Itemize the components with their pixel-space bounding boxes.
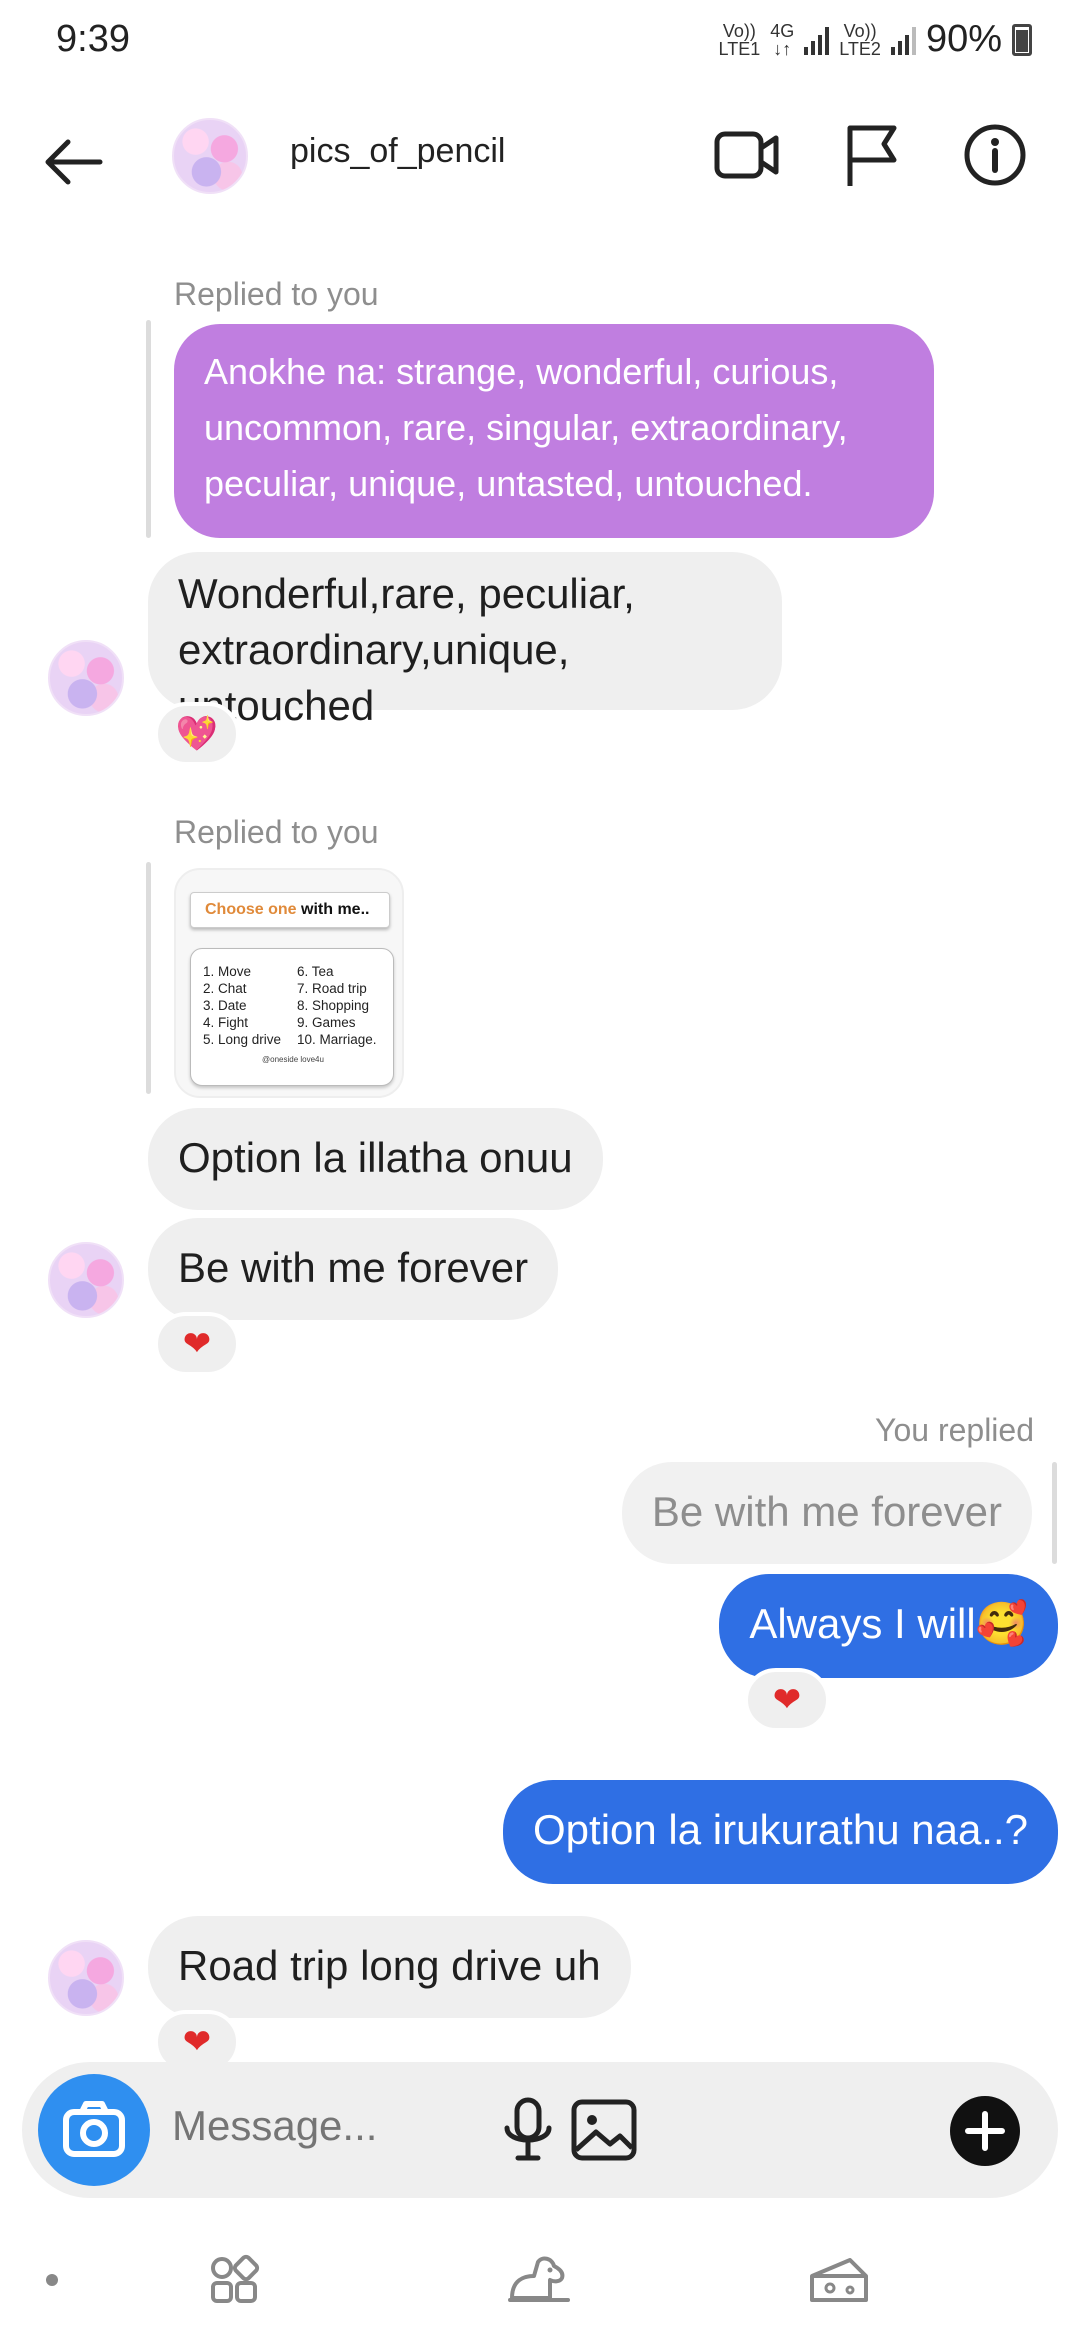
- gallery-icon[interactable]: [566, 2092, 642, 2168]
- story-col-2: 6. Tea 7. Road trip 8. Shopping 9. Games…: [297, 964, 377, 1047]
- message-bubble-wonderful[interactable]: Wonderful,rare, peculiar, extraordinary,…: [148, 552, 782, 729]
- message-input[interactable]: [172, 2102, 732, 2150]
- message-bubble-always[interactable]: Always I will🥰: [719, 1574, 1058, 1678]
- you-replied-label: You replied: [875, 1412, 1034, 1448]
- reaction-heart[interactable]: ❤: [154, 1312, 240, 1376]
- status-bar: 9:39 Vo)) LTE1 4G ↓↑ Vo)) LTE2 90%: [0, 0, 1080, 80]
- reply-indicator-line-2: [146, 862, 151, 1094]
- story-col-1: 1. Move 2. Chat 3. Date 4. Fight 5. Long…: [203, 964, 282, 1047]
- replied-to-you-label-2: Replied to you: [174, 814, 379, 850]
- message-bubble-option-irukurathu[interactable]: Option la irukurathu naa..?: [503, 1780, 1058, 1884]
- sender-avatar[interactable]: [48, 640, 124, 716]
- signal-2-icon: [890, 25, 916, 55]
- replied-to-you-label: Replied to you: [174, 276, 379, 312]
- nav-dot-icon[interactable]: [22, 2250, 82, 2310]
- sender-avatar-2[interactable]: [48, 1242, 124, 1318]
- network-type: 4G ↓↑: [770, 20, 795, 59]
- sender-avatar-3[interactable]: [48, 1940, 124, 2016]
- quoted-own-message[interactable]: Be with me forever: [621, 1462, 1032, 1564]
- reaction-heart-sparkle[interactable]: 💖: [154, 702, 240, 766]
- microphone-icon[interactable]: [490, 2092, 566, 2168]
- camera-button[interactable]: [38, 2074, 150, 2186]
- story-options-list: 1. Move 2. Chat 3. Date 4. Fight 5. Long…: [190, 948, 394, 1086]
- message-bubble-option-illatha[interactable]: Option la illatha onuu: [148, 1108, 603, 1210]
- video-call-icon[interactable]: [712, 120, 782, 190]
- status-time: 9:39: [56, 18, 130, 60]
- battery-icon: [1012, 23, 1032, 56]
- battery-percent: 90%: [925, 18, 1002, 60]
- message-composer: [22, 2062, 1058, 2198]
- story-reply-thumbnail[interactable]: Choose one with me.. 1. Move 2. Chat 3. …: [174, 868, 404, 1098]
- camera-icon: [63, 2101, 125, 2157]
- reaction-heart-2[interactable]: ❤: [744, 1668, 830, 1732]
- system-nav-bar: [0, 2220, 1080, 2340]
- flag-icon[interactable]: [838, 120, 908, 190]
- status-icons: Vo)) LTE1 4G ↓↑ Vo)) LTE2 90%: [719, 18, 1032, 61]
- message-bubble-road-trip[interactable]: Road trip long drive uh: [148, 1916, 631, 2018]
- reply-indicator-line: [146, 320, 151, 538]
- reply-indicator-line-3: [1052, 1462, 1057, 1564]
- contact-name[interactable]: pics_of_pencil: [290, 132, 505, 171]
- story-title: Choose one with me..: [190, 892, 390, 928]
- more-options-button[interactable]: [950, 2096, 1020, 2166]
- plus-icon: [965, 2111, 1005, 2151]
- signal-icon: [804, 25, 830, 55]
- sim1-indicator: Vo)) LTE1: [718, 20, 761, 59]
- apps-icon[interactable]: [204, 2250, 264, 2310]
- dog-icon[interactable]: [504, 2250, 574, 2310]
- back-arrow-icon[interactable]: [42, 130, 106, 194]
- message-bubble-be-with-me[interactable]: Be with me forever: [148, 1218, 559, 1320]
- info-icon[interactable]: [960, 120, 1030, 190]
- story-tag: @oneside love4u: [262, 1055, 324, 1064]
- contact-avatar[interactable]: [172, 118, 248, 194]
- sim2-indicator: Vo)) LTE2: [839, 20, 881, 59]
- quoted-message-bubble[interactable]: Anokhe na: strange, wonderful, curious, …: [174, 324, 934, 538]
- cheese-icon[interactable]: [806, 2250, 872, 2310]
